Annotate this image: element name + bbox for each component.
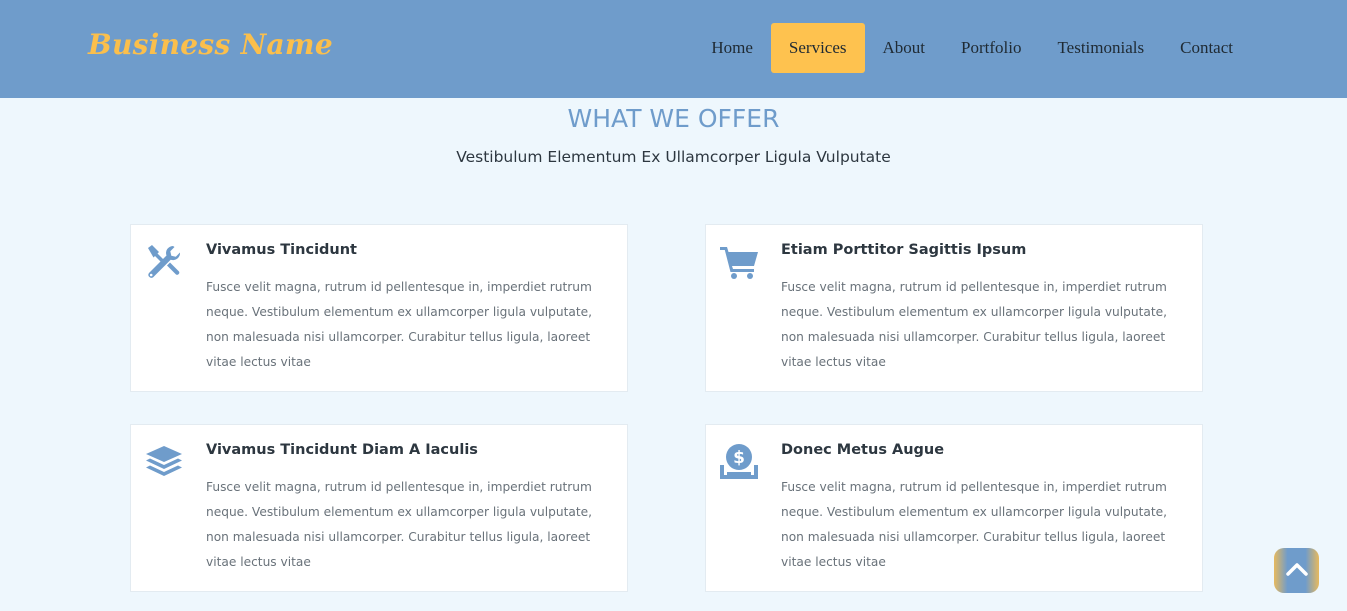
section-title: WHAT WE OFFER bbox=[567, 104, 780, 133]
site-header: Business Name Home Services About Portfo… bbox=[0, 0, 1347, 98]
service-description: Fusce velit magna, rutrum id pellentesqu… bbox=[781, 480, 1168, 569]
service-title: Vivamus Tincidunt Diam A Iaculis bbox=[206, 442, 478, 458]
nav-contact[interactable]: Contact bbox=[1162, 23, 1251, 73]
service-description: Fusce velit magna, rutrum id pellentesqu… bbox=[206, 480, 593, 569]
brand-logo[interactable]: Business Name bbox=[88, 28, 333, 61]
service-card: $ Donec Metus Augue Fusce velit magna, r… bbox=[705, 424, 1203, 592]
nav-services[interactable]: Services bbox=[770, 23, 865, 73]
svg-text:$: $ bbox=[733, 448, 745, 468]
section-subtitle: Vestibulum Elementum Ex Ullamcorper Ligu… bbox=[456, 148, 891, 166]
service-title: Etiam Porttitor Sagittis Ipsum bbox=[781, 242, 1027, 258]
service-title: Donec Metus Augue bbox=[781, 442, 945, 458]
nav-home[interactable]: Home bbox=[693, 23, 771, 73]
chevron-up-icon bbox=[1285, 561, 1309, 581]
layers-icon bbox=[145, 443, 183, 481]
service-card: Vivamus Tincidunt Fusce velit magna, rut… bbox=[130, 224, 628, 392]
nav-about[interactable]: About bbox=[865, 23, 944, 73]
service-card: Vivamus Tincidunt Diam A Iaculis Fusce v… bbox=[130, 424, 628, 592]
nav-testimonials[interactable]: Testimonials bbox=[1039, 23, 1162, 73]
scroll-to-top-button[interactable] bbox=[1274, 548, 1319, 593]
service-title: Vivamus Tincidunt bbox=[206, 242, 357, 258]
service-description: Fusce velit magna, rutrum id pellentesqu… bbox=[206, 280, 593, 369]
cart-icon bbox=[720, 243, 758, 281]
nav-portfolio[interactable]: Portfolio bbox=[943, 23, 1039, 73]
service-card: Etiam Porttitor Sagittis Ipsum Fusce vel… bbox=[705, 224, 1203, 392]
money-deposit-icon: $ bbox=[720, 443, 758, 481]
tools-icon bbox=[145, 243, 183, 281]
service-description: Fusce velit magna, rutrum id pellentesqu… bbox=[781, 280, 1168, 369]
main-nav: Home Services About Portfolio Testimonia… bbox=[693, 23, 1251, 73]
